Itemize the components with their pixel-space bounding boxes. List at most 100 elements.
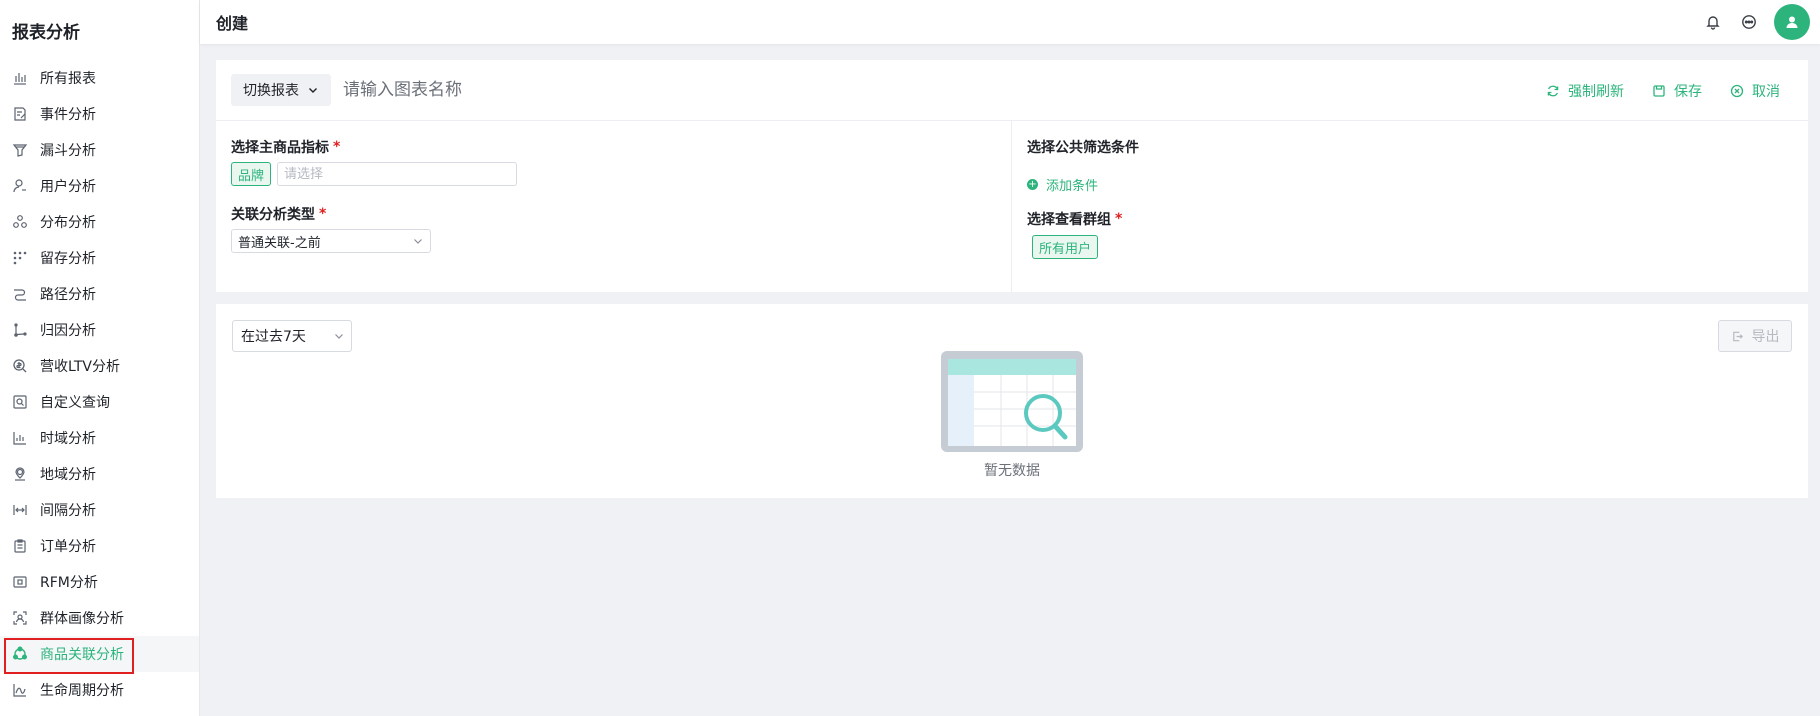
sidebar-item-label: 事件分析 (40, 107, 96, 123)
sidebar-item-8[interactable]: 归因分析 (0, 312, 199, 348)
sidebar-item-9[interactable]: 营收LTV分析 (0, 348, 199, 384)
sidebar-item-2[interactable]: 事件分析 (0, 96, 199, 132)
group-label: 选择查看群组 * (1027, 209, 1122, 229)
sidebar-item-label: 自定义查询 (40, 395, 110, 411)
analysis-type-select[interactable]: 普通关联-之前 (231, 229, 431, 253)
analysis-type-value: 普通关联-之前 (238, 235, 321, 251)
close-circle-icon (1730, 84, 1744, 97)
main-indicator-label: 选择主商品指标 * (231, 137, 340, 157)
sidebar: 报表分析 所有报表事件分析漏斗分析用户分析分布分析留存分析路径分析归因分析 营收L… (0, 0, 200, 716)
lifecycle-icon (12, 682, 28, 698)
config-left-column: 选择主商品指标 * 品牌 关联分析类型 * 普通关联-之前 (216, 121, 1012, 292)
location-icon (12, 466, 28, 482)
empty-table-illustration (941, 351, 1083, 452)
all-users-tag[interactable]: 所有用户 (1032, 235, 1099, 259)
rfm-icon (12, 574, 28, 590)
retention-icon (12, 250, 28, 266)
time-range-select[interactable]: 在过去7天 (232, 320, 352, 352)
required-mark: * (319, 206, 327, 222)
sidebar-item-1[interactable]: 所有报表 (0, 60, 199, 96)
sidebar-item-6[interactable]: 留存分析 (0, 240, 199, 276)
sidebar-item-15[interactable]: RFM分析 (0, 564, 199, 600)
chart-name-input[interactable] (343, 80, 743, 100)
portrait-icon (12, 610, 28, 626)
sidebar-item-label: RFM分析 (40, 575, 98, 591)
refresh-icon (1547, 85, 1559, 96)
sidebar-title: 报表分析 (12, 22, 80, 43)
export-label: 导出 (1751, 329, 1780, 345)
required-mark: * (1115, 211, 1123, 227)
time-range-value: 在过去7天 (241, 329, 306, 345)
attribution-icon (12, 322, 28, 338)
sidebar-item-5[interactable]: 分布分析 (0, 204, 199, 240)
sidebar-item-4[interactable]: 用户分析 (0, 168, 199, 204)
group-label-text: 选择查看群组 (1027, 212, 1111, 228)
chevron-down-icon (414, 239, 422, 244)
sidebar-item-label: 漏斗分析 (40, 143, 96, 159)
interval-icon (12, 502, 28, 518)
cancel-label: 取消 (1752, 83, 1780, 100)
sidebar-item-label: 生命周期分析 (40, 683, 124, 699)
add-condition-button[interactable]: + 添加条件 (1027, 175, 1098, 194)
chevron-down-icon (335, 334, 343, 339)
funnel-icon (12, 142, 28, 158)
sidebar-item-11[interactable]: 时域分析 (0, 420, 199, 456)
brand-tag[interactable]: 品牌 (231, 162, 272, 186)
sidebar-item-label: 订单分析 (40, 539, 96, 555)
message-icon[interactable] (1738, 11, 1760, 33)
main-indicator-label-text: 选择主商品指标 (231, 140, 329, 156)
edit-note-icon (12, 106, 28, 122)
filter-label-text: 选择公共筛选条件 (1027, 140, 1139, 156)
custom-query-icon (12, 394, 28, 410)
sidebar-item-17[interactable]: 商品关联分析 (0, 636, 199, 674)
sidebar-item-10[interactable]: 自定义查询 (0, 384, 199, 420)
user-icon (12, 178, 28, 194)
distribution-icon (12, 214, 28, 230)
export-icon (1732, 331, 1743, 341)
switch-report-button[interactable]: 切换报表 (231, 74, 331, 106)
sidebar-item-13[interactable]: 间隔分析 (0, 492, 199, 528)
force-refresh-button[interactable]: 强制刷新 (1546, 81, 1624, 101)
sidebar-item-18[interactable]: 生命周期分析 (0, 672, 199, 708)
top-actions (1702, 0, 1820, 44)
header-actions: 强制刷新 保存 取消 (1518, 60, 1780, 121)
cancel-button[interactable]: 取消 (1730, 81, 1780, 101)
chevron-down-icon (309, 88, 317, 93)
bar-chart-icon (12, 70, 28, 86)
sidebar-item-3[interactable]: 漏斗分析 (0, 132, 199, 168)
top-bar: 创建 (200, 0, 1820, 44)
user-avatar-icon[interactable] (1774, 4, 1810, 40)
save-button[interactable]: 保存 (1652, 81, 1702, 101)
save-label: 保存 (1674, 83, 1702, 100)
sidebar-item-label: 分布分析 (40, 215, 96, 231)
clipboard-icon (12, 538, 28, 554)
sidebar-item-7[interactable]: 路径分析 (0, 276, 199, 312)
main-indicator-input[interactable] (277, 162, 518, 186)
force-refresh-label: 强制刷新 (1568, 83, 1624, 100)
config-right-column: 选择公共筛选条件 + 添加条件 选择查看群组 * 所有用户 (1012, 121, 1808, 292)
analysis-type-label: 关联分析类型 * (231, 204, 326, 224)
sidebar-nav: 所有报表事件分析漏斗分析用户分析分布分析留存分析路径分析归因分析 营收LTV分析自… (0, 60, 199, 708)
sidebar-item-label: 所有报表 (40, 71, 96, 87)
filter-label: 选择公共筛选条件 (1027, 137, 1139, 157)
main-indicator-row: 品牌 (231, 162, 518, 186)
product-association-icon (12, 646, 28, 662)
revenue-icon (12, 358, 28, 374)
sidebar-item-label: 留存分析 (40, 251, 96, 267)
sidebar-item-label: 地域分析 (40, 467, 96, 483)
sidebar-item-12[interactable]: 地域分析 (0, 456, 199, 492)
bell-icon[interactable] (1702, 11, 1724, 33)
export-button[interactable]: 导出 (1718, 320, 1792, 352)
config-body: 选择主商品指标 * 品牌 关联分析类型 * 普通关联-之前 选择公共筛选条件 + (216, 121, 1808, 292)
add-condition-label: 添加条件 (1046, 179, 1099, 194)
sidebar-item-label: 群体画像分析 (40, 611, 124, 627)
path-icon (12, 286, 28, 302)
sidebar-item-label: 商品关联分析 (40, 647, 124, 663)
sidebar-item-label: 路径分析 (40, 287, 96, 303)
config-header: 切换报表 强制刷新 保存 取消 (216, 60, 1808, 121)
sidebar-item-label: 时域分析 (40, 431, 96, 447)
report-config-panel: 切换报表 强制刷新 保存 取消 选择主商品指标 * (216, 60, 1808, 292)
analysis-type-label-text: 关联分析类型 (231, 207, 315, 223)
sidebar-item-16[interactable]: 群体画像分析 (0, 600, 199, 636)
sidebar-item-14[interactable]: 订单分析 (0, 528, 199, 564)
